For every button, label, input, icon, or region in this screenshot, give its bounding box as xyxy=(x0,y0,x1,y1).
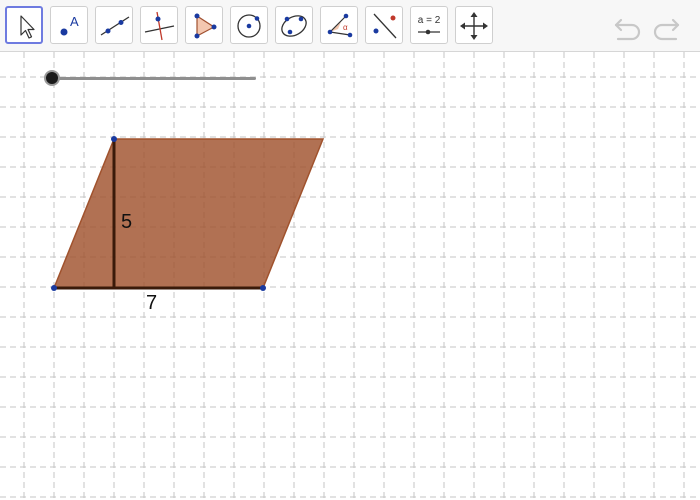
vertex-point[interactable] xyxy=(51,285,57,291)
vertex-point[interactable] xyxy=(111,136,117,142)
height-label: 5 xyxy=(121,211,133,233)
parallelogram[interactable] xyxy=(52,138,325,289)
base-label: 7 xyxy=(146,292,158,314)
figure-layer xyxy=(51,136,325,291)
vertex-point[interactable] xyxy=(260,285,266,291)
